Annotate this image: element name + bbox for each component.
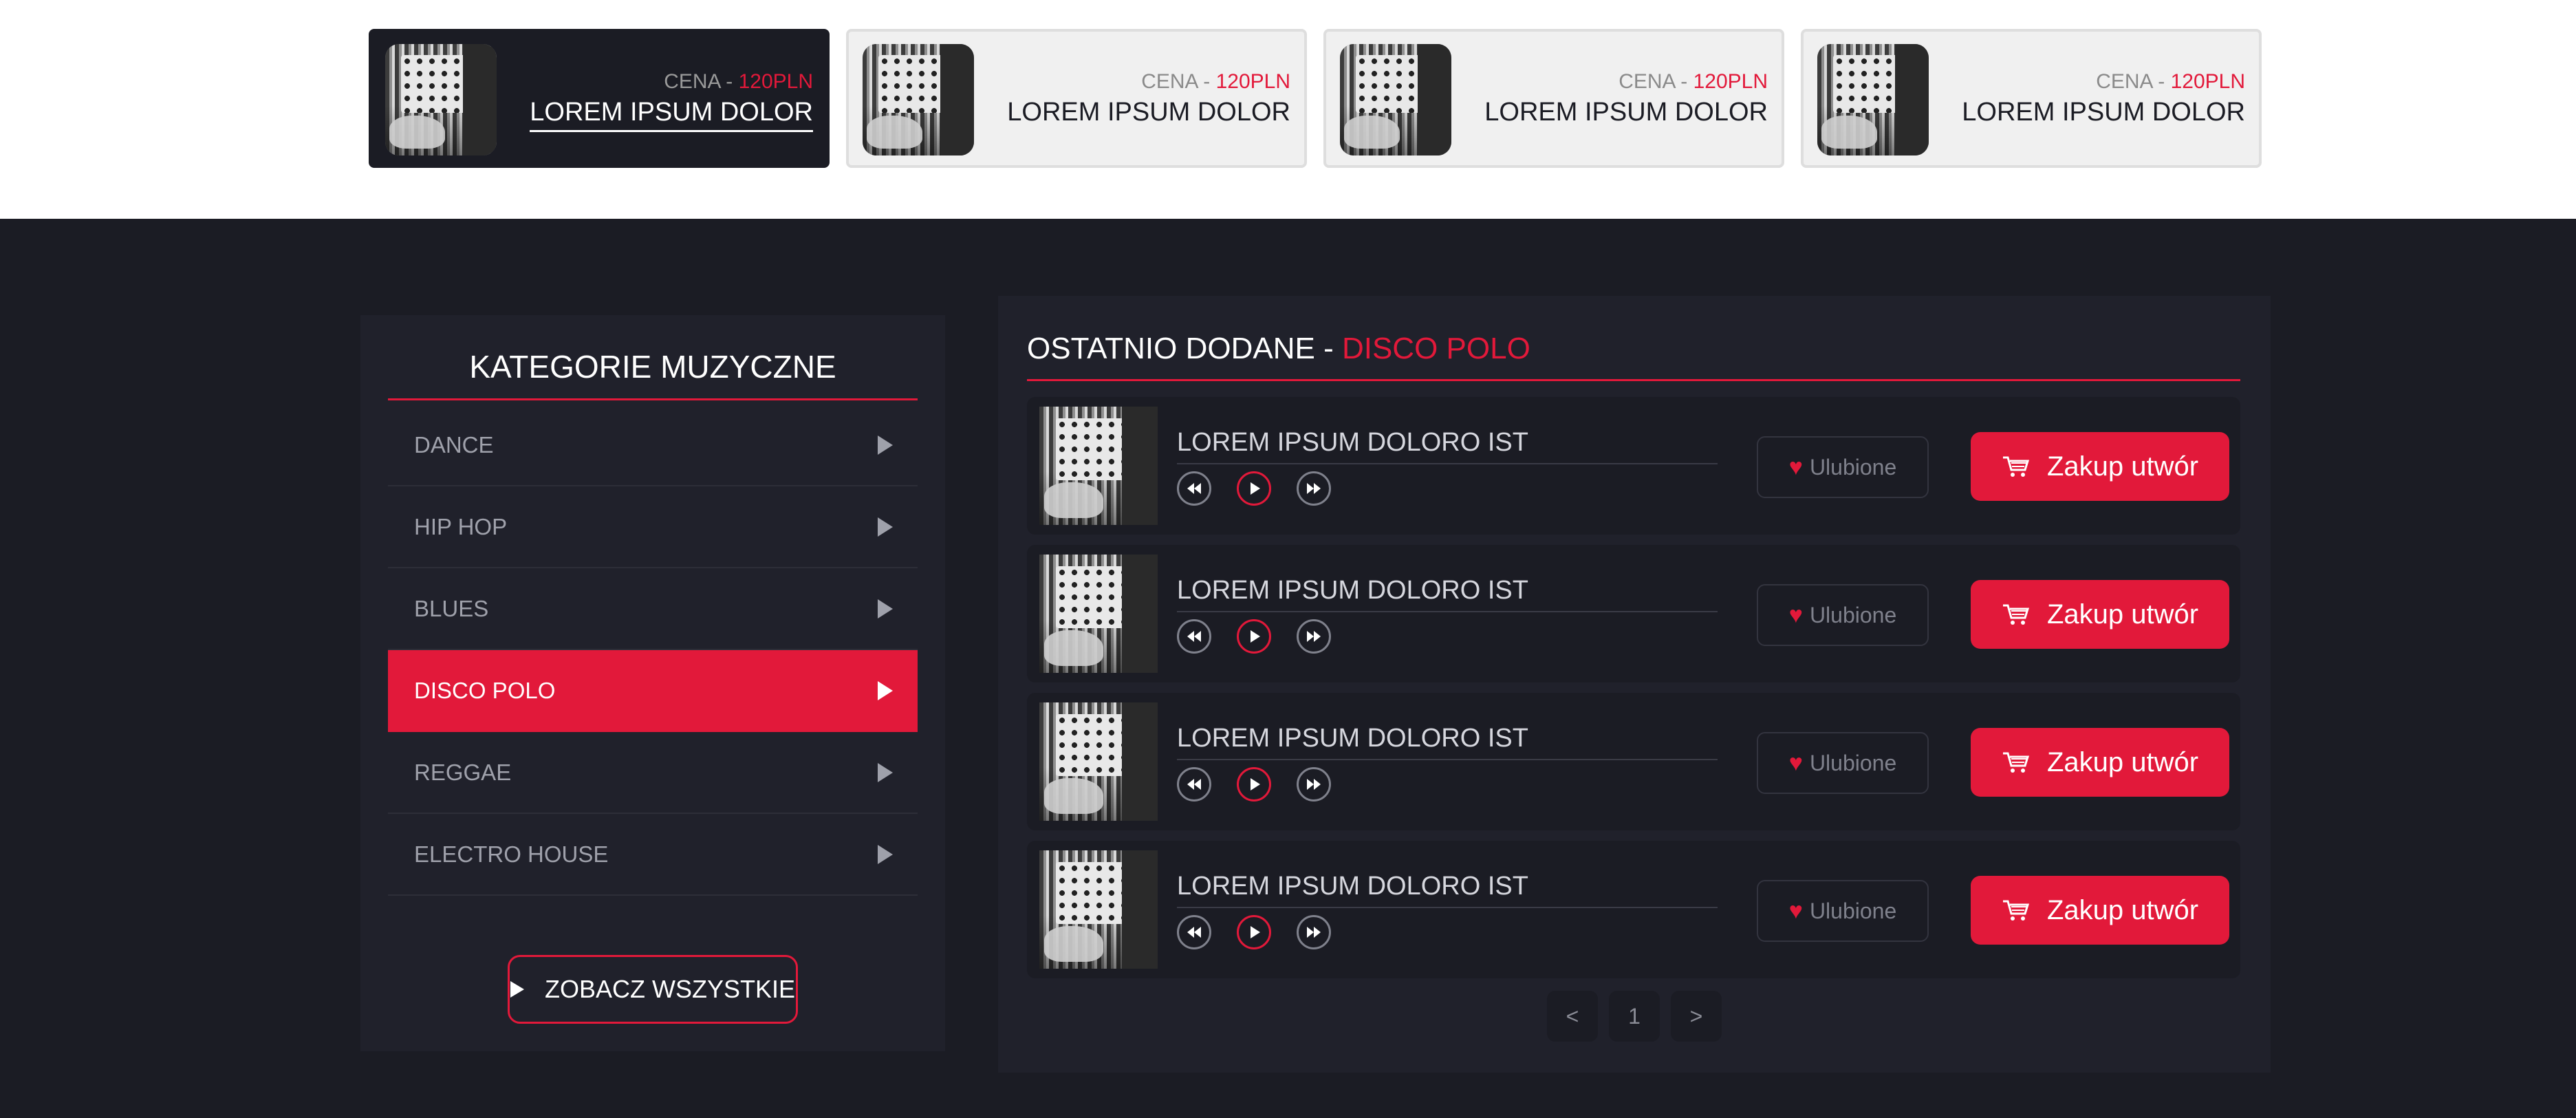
- featured-card-4[interactable]: CENA - 120PLN LOREM IPSUM DOLOR: [1801, 29, 2262, 168]
- categories-sidebar: KATEGORIE MUZYCZNE DANCE HIP HOP BLUES D…: [360, 315, 945, 1051]
- track-title: LOREM IPSUM DOLORO IST: [1177, 576, 1528, 605]
- price-value: 120PLN: [2170, 70, 2245, 93]
- category-item-disco-polo[interactable]: DISCO POLO: [388, 650, 918, 732]
- track-row: LOREM IPSUM DOLORO IST ♥ Ulubione Zakup u…: [1027, 397, 2240, 535]
- rewind-button[interactable]: [1177, 767, 1211, 802]
- category-label: ELECTRO HOUSE: [414, 841, 609, 867]
- play-arrow-icon: [878, 517, 893, 537]
- fast-forward-button[interactable]: [1297, 767, 1331, 802]
- see-all-button[interactable]: ZOBACZ WSZYSTKIE: [508, 955, 798, 1024]
- track-title: LOREM IPSUM DOLORO IST: [1177, 872, 1528, 901]
- progress-line: [1177, 907, 1718, 908]
- category-item-reggae[interactable]: REGGAE: [388, 732, 918, 814]
- buy-track-button[interactable]: Zakup utwór: [1971, 432, 2229, 501]
- featured-thumbnail: [863, 44, 974, 155]
- play-button[interactable]: [1237, 471, 1271, 506]
- price-value: 120PLN: [1215, 70, 1290, 93]
- favorite-button[interactable]: ♥ Ulubione: [1757, 732, 1929, 794]
- featured-strip: CENA - 120PLN LOREM IPSUM DOLOR CENA - 1…: [0, 0, 2576, 219]
- heading-divider: [388, 398, 918, 400]
- featured-title[interactable]: LOREM IPSUM DOLOR: [530, 98, 813, 132]
- pagination-next-button[interactable]: >: [1671, 991, 1722, 1042]
- cart-icon: [2002, 455, 2029, 478]
- cart-icon: [2002, 899, 2029, 922]
- featured-title[interactable]: LOREM IPSUM DOLOR: [1007, 98, 1290, 130]
- track-row: LOREM IPSUM DOLORO IST ♥ Ulubione Zakup u…: [1027, 841, 2240, 978]
- fast-forward-button[interactable]: [1297, 471, 1331, 506]
- featured-thumbnail: [1340, 44, 1451, 155]
- price-label: CENA - 120PLN: [2096, 70, 2245, 93]
- heading-category: DISCO POLO: [1341, 332, 1530, 365]
- featured-thumbnail: [385, 44, 497, 155]
- category-item-electro-house[interactable]: ELECTRO HOUSE: [388, 814, 918, 896]
- play-button[interactable]: [1237, 767, 1271, 802]
- see-all-label: ZOBACZ WSZYSTKIE: [544, 975, 796, 1003]
- panel-heading: OSTATNIO DODANE - DISCO POLO: [1027, 332, 1530, 365]
- cart-icon: [2002, 603, 2029, 626]
- heart-icon: ♥: [1788, 453, 1803, 480]
- play-arrow-icon: [878, 762, 893, 782]
- recent-tracks-panel: OSTATNIO DODANE - DISCO POLO LOREM IPSUM…: [998, 296, 2271, 1073]
- progress-line: [1177, 759, 1718, 760]
- price-label: CENA - 120PLN: [1619, 70, 1768, 93]
- track-row: LOREM IPSUM DOLORO IST ♥ Ulubione Zakup u…: [1027, 693, 2240, 830]
- category-label: BLUES: [414, 595, 489, 621]
- category-item-hip-hop[interactable]: HIP HOP: [388, 486, 918, 568]
- featured-title[interactable]: LOREM IPSUM DOLOR: [1962, 98, 2245, 130]
- heart-icon: ♥: [1788, 897, 1803, 924]
- play-button[interactable]: [1237, 619, 1271, 654]
- heading-divider: [1027, 379, 2240, 381]
- heart-icon: ♥: [1788, 601, 1803, 628]
- rewind-button[interactable]: [1177, 915, 1211, 949]
- featured-title[interactable]: LOREM IPSUM DOLOR: [1484, 98, 1768, 130]
- play-icon: [510, 981, 524, 998]
- category-label: HIP HOP: [414, 513, 508, 539]
- rewind-button[interactable]: [1177, 471, 1211, 506]
- favorite-button[interactable]: ♥ Ulubione: [1757, 880, 1929, 942]
- category-item-blues[interactable]: BLUES: [388, 568, 918, 650]
- heart-icon: ♥: [1788, 749, 1803, 776]
- track-title: LOREM IPSUM DOLORO IST: [1177, 724, 1528, 753]
- category-label: DISCO POLO: [414, 677, 556, 703]
- price-value: 120PLN: [1693, 70, 1768, 93]
- sidebar-heading: KATEGORIE MUZYCZNE: [469, 349, 836, 385]
- play-arrow-icon: [878, 599, 893, 619]
- track-thumbnail: [1039, 702, 1158, 821]
- price-label: CENA - 120PLN: [1141, 70, 1290, 93]
- price-label: CENA - 120PLN: [664, 70, 813, 93]
- category-list: DANCE HIP HOP BLUES DISCO POLO REGGAE EL…: [388, 405, 918, 896]
- track-thumbnail: [1039, 555, 1158, 673]
- play-button[interactable]: [1237, 915, 1271, 949]
- buy-track-button[interactable]: Zakup utwór: [1971, 728, 2229, 797]
- buy-track-button[interactable]: Zakup utwór: [1971, 876, 2229, 945]
- featured-card-3[interactable]: CENA - 120PLN LOREM IPSUM DOLOR: [1323, 29, 1784, 168]
- category-label: REGGAE: [414, 759, 512, 785]
- track-thumbnail: [1039, 850, 1158, 969]
- category-label: DANCE: [414, 431, 494, 458]
- play-arrow-icon: [878, 844, 893, 864]
- progress-line: [1177, 463, 1718, 464]
- category-item-dance[interactable]: DANCE: [388, 405, 918, 486]
- fast-forward-button[interactable]: [1297, 619, 1331, 654]
- rewind-button[interactable]: [1177, 619, 1211, 654]
- pagination-prev-button[interactable]: <: [1547, 991, 1598, 1042]
- buy-track-button[interactable]: Zakup utwór: [1971, 580, 2229, 649]
- favorite-button[interactable]: ♥ Ulubione: [1757, 584, 1929, 646]
- favorite-button[interactable]: ♥ Ulubione: [1757, 436, 1929, 498]
- play-arrow-icon: [878, 435, 893, 455]
- featured-card-2[interactable]: CENA - 120PLN LOREM IPSUM DOLOR: [846, 29, 1307, 168]
- fast-forward-button[interactable]: [1297, 915, 1331, 949]
- track-title: LOREM IPSUM DOLORO IST: [1177, 428, 1528, 457]
- track-thumbnail: [1039, 407, 1158, 525]
- cart-icon: [2002, 751, 2029, 774]
- price-value: 120PLN: [738, 70, 813, 93]
- featured-thumbnail: [1817, 44, 1929, 155]
- play-arrow-icon: [878, 680, 893, 700]
- progress-line: [1177, 611, 1718, 612]
- featured-card-1[interactable]: CENA - 120PLN LOREM IPSUM DOLOR: [369, 29, 830, 168]
- track-row: LOREM IPSUM DOLORO IST ♥ Ulubione Zakup u…: [1027, 545, 2240, 682]
- pagination-page-button[interactable]: 1: [1609, 991, 1660, 1042]
